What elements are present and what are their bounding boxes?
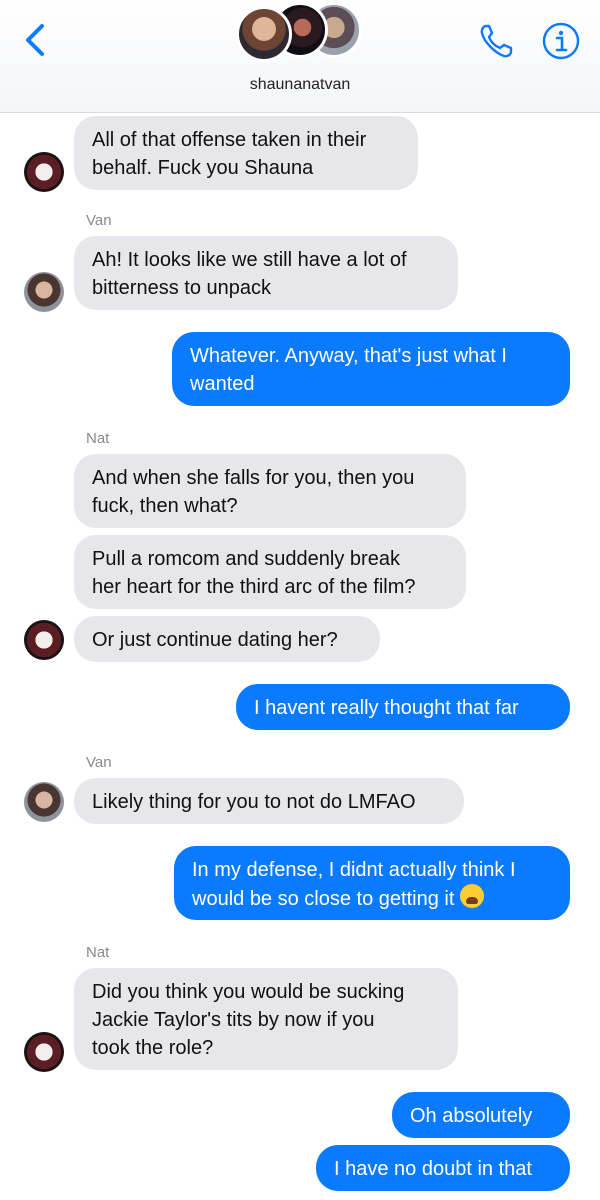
sender-name: Van <box>86 754 112 771</box>
incoming-message-bubble[interactable]: All of that offense taken in their behal… <box>74 116 418 190</box>
chevron-left-icon[interactable] <box>16 20 56 60</box>
crying-face-icon <box>459 884 484 908</box>
outgoing-message-bubble[interactable]: In my defense, I didnt actually think I … <box>174 846 570 920</box>
outgoing-message-bubble[interactable]: I have no doubt in that <box>316 1145 570 1191</box>
incoming-message-bubble[interactable]: And when she falls for you, then you fuc… <box>74 454 466 528</box>
incoming-message-bubble[interactable]: Ah! It looks like we still have a lot of… <box>74 236 458 310</box>
avatar-van <box>24 782 64 822</box>
avatar-van <box>24 272 64 312</box>
incoming-message-bubble[interactable]: Or just continue dating her? <box>74 616 380 662</box>
outgoing-message-bubble[interactable]: I havent really thought that far <box>236 684 570 730</box>
phone-icon[interactable] <box>476 20 518 62</box>
incoming-message-bubble[interactable]: Did you think you would be sucking Jacki… <box>74 968 458 1070</box>
sender-name: Nat <box>86 430 110 447</box>
incoming-message-bubble[interactable]: Pull a romcom and suddenly break her hea… <box>74 535 466 609</box>
group-avatar[interactable] <box>236 0 366 70</box>
info-icon[interactable] <box>540 20 582 62</box>
avatar <box>236 6 292 62</box>
outgoing-message-bubble[interactable]: Oh absolutely <box>392 1092 570 1138</box>
avatar-nat <box>24 1032 64 1072</box>
conversation-header: shaunanatvan <box>0 0 600 113</box>
conversation-title[interactable]: shaunanatvan <box>0 76 600 94</box>
avatar-nat <box>24 620 64 660</box>
avatar-nat <box>24 152 64 192</box>
sender-name: Nat <box>86 944 110 961</box>
incoming-message-bubble[interactable]: Likely thing for you to not do LMFAO <box>74 778 464 824</box>
outgoing-message-bubble[interactable]: Whatever. Anyway, that's just what I wan… <box>172 332 570 406</box>
sender-name: Van <box>86 212 112 229</box>
